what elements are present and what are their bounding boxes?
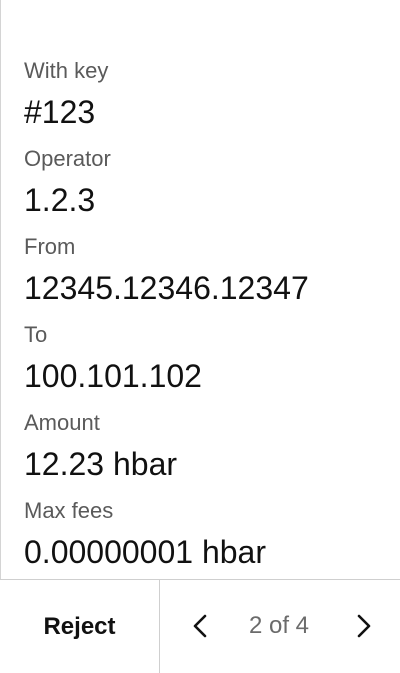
field-to: To 100.101.102 [24,322,392,396]
field-max-fees: Max fees 0.00000001 hbar [24,498,392,572]
pager: 2 of 4 [161,580,400,673]
chevron-right-icon[interactable] [347,610,379,642]
field-from: From 12345.12346.12347 [24,234,392,308]
field-label: Amount [24,410,100,435]
field-label: From [24,234,76,259]
field-with-key: With key #123 [24,58,392,132]
field-label: To [24,322,48,347]
field-value: #123 [24,94,96,130]
field-value: 0.00000001 hbar [24,534,266,570]
field-amount: Amount 12.23 hbar [24,410,392,484]
footer-bar: Reject 2 of 4 [0,579,400,673]
field-label: Max fees [24,498,114,523]
field-value: 100.101.102 [24,358,202,394]
pager-count: 2 of 4 [248,612,310,639]
field-operator: Operator 1.2.3 [24,146,392,220]
field-value: 12345.12346.12347 [24,270,309,306]
reject-button[interactable]: Reject [0,580,160,673]
transaction-details: With key #123 Operator 1.2.3 From 12345.… [24,58,392,586]
field-label: Operator [24,146,111,171]
field-value: 12.23 hbar [24,446,178,482]
chevron-left-icon[interactable] [185,610,217,642]
panel-left-border [0,0,1,672]
field-value: 1.2.3 [24,182,96,218]
field-label: With key [24,58,109,83]
